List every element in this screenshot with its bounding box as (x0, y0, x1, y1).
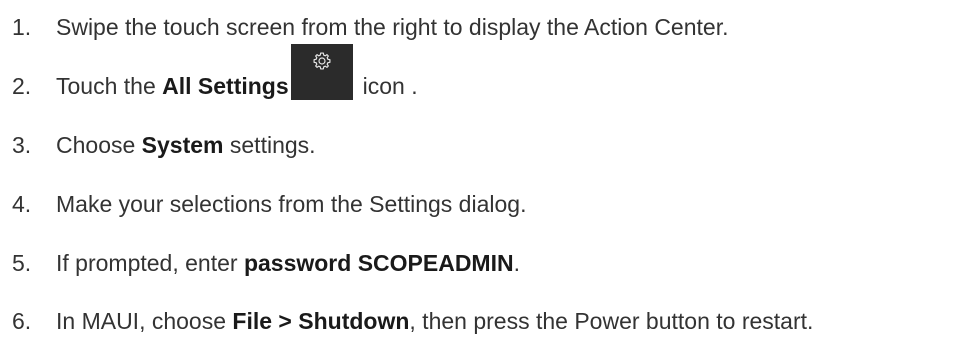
step-number: 5. (12, 249, 32, 276)
step-6: 6. In MAUI, choose File > Shutdown , the… (12, 304, 813, 338)
step-text-before: Touch the (56, 72, 163, 99)
step-number: 3. (12, 131, 32, 158)
step-text-after: settings. (223, 131, 316, 158)
step-5: 5. If prompted, enter password SCOPEADMI… (12, 246, 520, 280)
step-bold-text: All Settings (162, 72, 289, 99)
step-bold-text: System (141, 131, 224, 158)
step-3: 3. Choose System settings. (12, 128, 316, 162)
step-text: Make your selections from the Settings d… (56, 190, 527, 217)
step-bold-text: password SCOPEADMIN (243, 249, 514, 276)
step-2: 2. Touch the All Settings icon . (12, 44, 418, 103)
step-text-after: icon . (362, 72, 418, 99)
step-number: 6. (12, 307, 32, 334)
step-text: Swipe the touch screen from the right to… (56, 13, 729, 40)
all-settings-icon (290, 44, 353, 100)
step-bold-text: File > Shutdown (232, 307, 410, 334)
step-number: 1. (12, 13, 32, 40)
step-number: 4. (12, 190, 32, 217)
step-text-before: If prompted, enter (56, 249, 244, 276)
step-number: 2. (12, 72, 32, 99)
step-text-before: In MAUI, choose (56, 307, 233, 334)
step-text-before: Choose (56, 131, 142, 158)
step-text-after: , then press the Power button to restart… (409, 307, 814, 334)
step-text-after: . (513, 249, 520, 276)
step-1: 1. Swipe the touch screen from the right… (12, 10, 728, 44)
step-4: 4. Make your selections from the Setting… (12, 187, 526, 221)
gear-icon (313, 52, 331, 70)
